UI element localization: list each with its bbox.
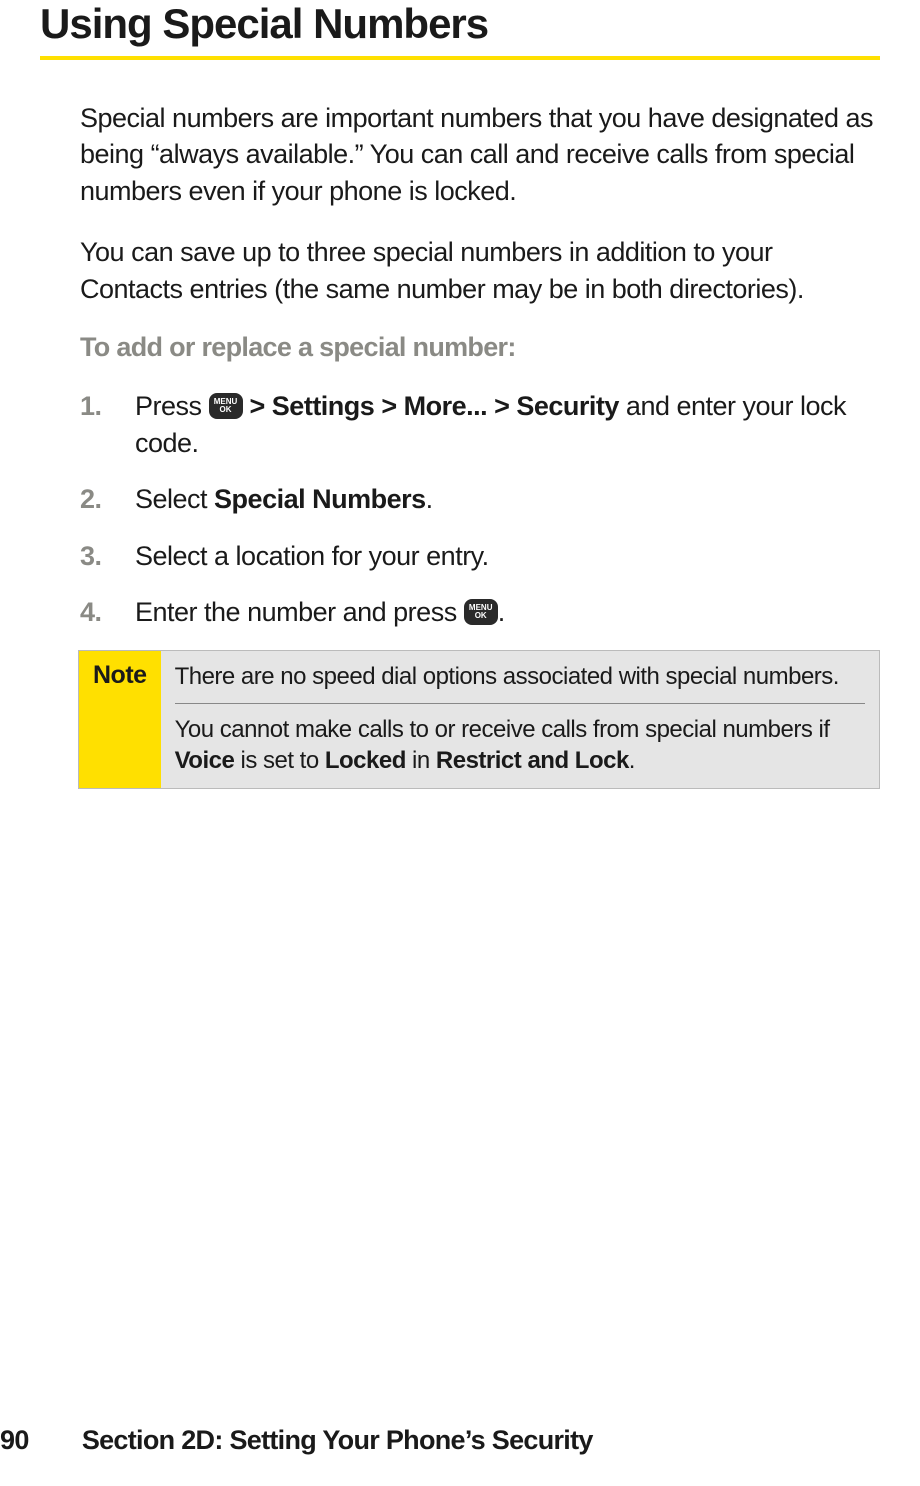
step-text-pre: Select (135, 484, 214, 514)
step-bold-path: Special Numbers (214, 484, 426, 514)
step-3: 3. Select a location for your entry. (135, 538, 880, 574)
step-number: 2. (80, 481, 102, 517)
note-text: . (629, 747, 635, 774)
page-number: 90 (0, 1425, 75, 1456)
note-bold: Voice (175, 747, 235, 774)
note-text: You cannot make calls to or receive call… (175, 716, 830, 743)
page-footer: 90 Section 2D: Setting Your Phone’s Secu… (0, 1425, 920, 1456)
note-line1: There are no speed dial options associat… (175, 661, 865, 692)
note-body: There are no speed dial options associat… (161, 651, 879, 788)
note-text: is set to (234, 747, 325, 774)
content-area: Special numbers are important numbers th… (40, 100, 880, 789)
intro-paragraph-2: You can save up to three special numbers… (80, 234, 880, 307)
intro-paragraph-1: Special numbers are important numbers th… (80, 100, 880, 209)
note-text: in (406, 747, 436, 774)
steps-list: 1. Press MENUOK > Settings > More... > S… (80, 388, 880, 630)
icon-bottom: OK (475, 612, 487, 620)
step-bold-path: > Settings > More... > Security (243, 391, 619, 421)
step-number: 4. (80, 594, 102, 630)
step-text-post: . (426, 484, 433, 514)
step-number: 1. (80, 388, 102, 424)
note-label: Note (79, 651, 161, 788)
step-4: 4. Enter the number and press MENUOK. (135, 594, 880, 630)
note-box: Note There are no speed dial options ass… (78, 650, 880, 789)
note-line2: You cannot make calls to or receive call… (175, 714, 865, 776)
step-text: Select a location for your entry. (135, 541, 489, 571)
note-bold: Restrict and Lock (436, 747, 629, 774)
step-2: 2. Select Special Numbers. (135, 481, 880, 517)
page-title: Using Special Numbers (40, 0, 880, 48)
step-text-pre: Press (135, 391, 209, 421)
procedure-heading: To add or replace a special number: (80, 332, 880, 363)
step-number: 3. (80, 538, 102, 574)
step-text-pre: Enter the number and press (135, 597, 464, 627)
step-text-post: . (498, 597, 505, 627)
icon-bottom: OK (220, 406, 232, 414)
menu-ok-icon: MENUOK (464, 599, 498, 625)
step-1: 1. Press MENUOK > Settings > More... > S… (135, 388, 880, 461)
section-label: Section 2D: Setting Your Phone’s Securit… (82, 1425, 593, 1455)
note-bold: Locked (325, 747, 406, 774)
menu-ok-icon: MENUOK (209, 393, 243, 419)
title-rule (40, 56, 880, 60)
note-divider (175, 703, 865, 704)
